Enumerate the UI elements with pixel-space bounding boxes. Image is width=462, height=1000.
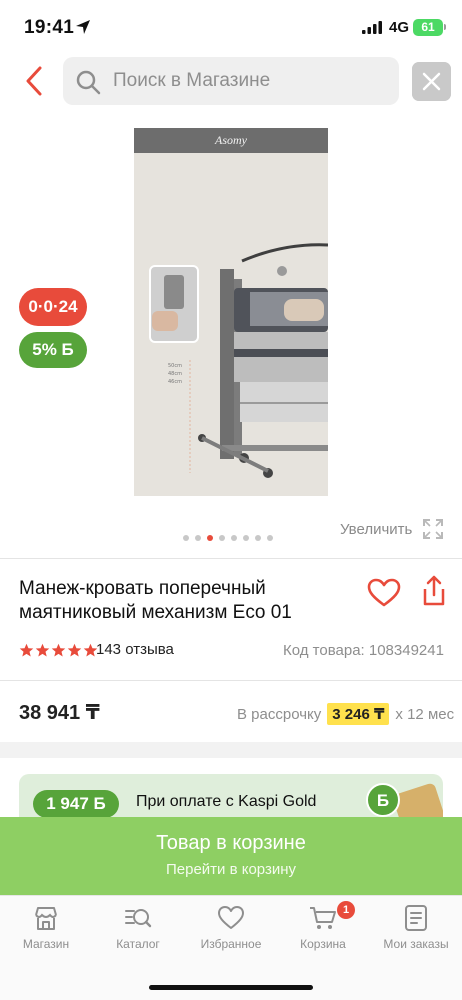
pagination-dot[interactable]: [255, 535, 261, 541]
product-code: Код товара: 108349241: [283, 642, 444, 659]
zoom-label: Увеличить: [340, 520, 413, 538]
bonus-badge: 5% Б: [19, 332, 87, 368]
tab-label: Корзина: [300, 937, 346, 951]
store-icon: [35, 907, 57, 930]
pagination-dot[interactable]: [219, 535, 225, 541]
divider: [0, 680, 462, 681]
tab-favorites[interactable]: Избранное: [185, 904, 277, 951]
pagination-dot[interactable]: [183, 535, 189, 541]
gallery-pagination[interactable]: [183, 535, 279, 543]
installment-amount: 3 246 ₸: [327, 703, 390, 725]
favorite-heart-icon[interactable]: [367, 578, 401, 608]
section-separator: [0, 742, 462, 758]
image-brand-strip: Asomy: [134, 128, 328, 153]
location-arrow-icon: [76, 20, 90, 34]
pagination-dot[interactable]: [231, 535, 237, 541]
crib-illustration: 50cm 48cm 46cm: [149, 243, 328, 478]
installment-badge: 0·0·24: [19, 288, 87, 326]
orders-icon: [405, 905, 427, 931]
rating-stars[interactable]: [19, 641, 99, 659]
expand-icon: [423, 519, 444, 539]
share-icon[interactable]: [419, 575, 449, 607]
product-title: Манеж-кровать поперечный маятниковый мех…: [19, 578, 292, 623]
heart-icon: [218, 906, 244, 929]
zoom-button[interactable]: Увеличить: [340, 516, 445, 542]
star-icon: [51, 643, 66, 656]
clear-search-button[interactable]: [412, 62, 451, 101]
pagination-dot[interactable]: [207, 535, 213, 541]
star-icon: [35, 643, 50, 656]
svg-text:46cm: 46cm: [168, 379, 182, 385]
cart-count-badge: 1: [337, 901, 355, 919]
go-to-cart-link[interactable]: Перейти в корзину: [0, 861, 462, 878]
pagination-dot[interactable]: [195, 535, 201, 541]
svg-text:50cm: 50cm: [168, 363, 182, 369]
cart-banner[interactable]: Товар в корзине Перейти в корзину: [0, 817, 462, 895]
battery-tip-icon: [444, 24, 446, 30]
cart-icon: [310, 907, 336, 929]
svg-text:48cm: 48cm: [168, 371, 182, 377]
tab-cart[interactable]: Корзина: [277, 904, 369, 951]
tab-label: Магазин: [22, 937, 70, 951]
reviews-link[interactable]: 143 отзыва: [96, 641, 174, 658]
status-bar: 19:41 4G 61: [0, 0, 462, 56]
battery-level: 61: [413, 19, 443, 36]
pagination-dot[interactable]: [267, 535, 273, 541]
installment-prefix: В рассрочку: [237, 705, 322, 723]
divider: [0, 558, 462, 559]
tab-store[interactable]: Магазин: [0, 904, 92, 951]
bonus-coin-icon: Б: [366, 783, 400, 817]
status-time: 19:41: [24, 17, 75, 38]
star-icon: [19, 643, 34, 656]
cellular-signal-icon: [362, 21, 382, 34]
product-image[interactable]: Asomy 50cm 48cm 46cm: [134, 128, 328, 496]
home-indicator: [149, 985, 313, 990]
star-icon: [67, 643, 82, 656]
installment-suffix: х 12 мес: [395, 705, 455, 723]
catalog-search-icon: [125, 909, 152, 928]
coin-letter: Б: [377, 791, 389, 810]
tab-catalog[interactable]: Каталог: [92, 904, 184, 951]
tab-label: Избранное: [200, 937, 262, 951]
pagination-dot[interactable]: [243, 535, 249, 541]
gold-bonus-badge: 1 947 Б: [33, 790, 119, 818]
search-bar[interactable]: [63, 57, 399, 105]
installment-info: В рассрочку 3 246 ₸ х 12 мес: [237, 703, 454, 725]
product-price: 38 941 ₸: [19, 702, 100, 724]
search-icon: [76, 70, 101, 95]
cart-banner-title: Товар в корзине: [156, 832, 306, 854]
back-chevron-icon[interactable]: [20, 64, 48, 98]
network-type: 4G: [389, 19, 410, 36]
tab-orders[interactable]: Мои заказы: [370, 904, 462, 951]
tab-label: Мои заказы: [383, 937, 449, 951]
gold-card-text: При оплате с Kaspi Gold: [136, 793, 317, 810]
search-input[interactable]: [113, 57, 393, 105]
tab-label: Каталог: [116, 937, 160, 951]
